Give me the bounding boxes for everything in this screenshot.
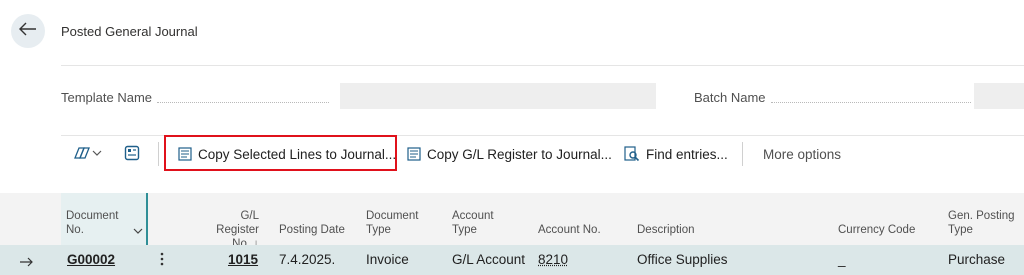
- col-account-no[interactable]: Account No.: [538, 223, 601, 237]
- col-document-no[interactable]: Document No.: [66, 209, 118, 237]
- divider: [61, 65, 1024, 66]
- gen-posting-type-cell: Purchase: [948, 252, 1006, 267]
- more-options-button[interactable]: More options: [763, 135, 841, 173]
- copy-gl-register-button[interactable]: Copy G/L Register to Journal...: [407, 135, 612, 173]
- find-entries-button[interactable]: Find entries...: [624, 135, 728, 173]
- edit-list-button[interactable]: [73, 135, 103, 173]
- col-posting-date[interactable]: Posting Date: [279, 223, 345, 237]
- col-description[interactable]: Description: [637, 223, 695, 237]
- batch-name-label: Batch Name: [694, 90, 971, 105]
- edit-list-icon: [73, 146, 103, 163]
- page-view-icon: [124, 145, 140, 164]
- posting-date-cell: 7.4.2025.: [279, 252, 336, 267]
- description-cell: Office Supplies: [637, 252, 728, 267]
- copy-register-icon: [407, 147, 421, 161]
- col-document-type[interactable]: Document Type: [366, 209, 418, 237]
- open-in-excel-button[interactable]: [124, 135, 140, 173]
- page-title: Posted General Journal: [61, 24, 198, 39]
- grid-header: [0, 193, 1024, 245]
- currency-code-cell: _: [838, 252, 846, 267]
- gl-register-no-link[interactable]: 1015: [228, 252, 258, 267]
- copy-lines-icon: [178, 147, 192, 161]
- chevron-down-icon[interactable]: [133, 222, 143, 240]
- col-account-type[interactable]: Account Type: [452, 209, 494, 237]
- document-type-cell: Invoice: [366, 252, 409, 267]
- arrow-left-icon: [19, 22, 37, 41]
- col-currency-code[interactable]: Currency Code: [838, 223, 915, 237]
- action-bar: Copy Selected Lines to Journal... Copy G…: [61, 135, 1024, 177]
- batch-name-field[interactable]: [974, 83, 1024, 109]
- account-type-cell: G/L Account: [452, 252, 526, 267]
- back-button[interactable]: [11, 14, 45, 48]
- account-no-link[interactable]: 8210: [538, 252, 568, 267]
- row-actions-icon[interactable]: [160, 252, 164, 271]
- search-document-icon: [624, 146, 640, 162]
- row-indicator-arrow-icon: [20, 254, 34, 272]
- template-name-field[interactable]: [340, 83, 656, 109]
- copy-selected-lines-button[interactable]: Copy Selected Lines to Journal...: [178, 135, 396, 173]
- document-no-link[interactable]: G00002: [67, 252, 115, 267]
- template-name-label: Template Name: [61, 90, 330, 105]
- col-gen-posting-type[interactable]: Gen. Posting Type: [948, 209, 1014, 237]
